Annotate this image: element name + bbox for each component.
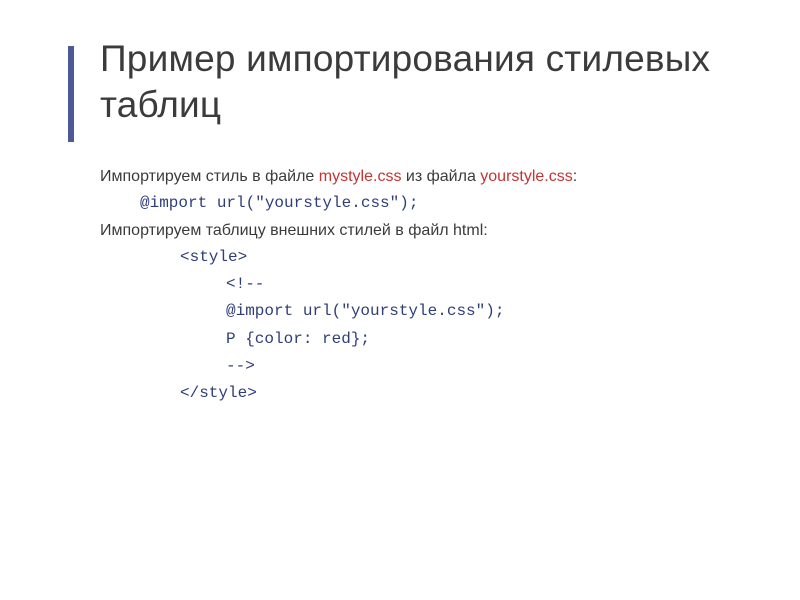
code-rule: P {color: red}; — [100, 326, 748, 353]
intro-line-2: Импортируем таблицу внешних стилей в фай… — [100, 217, 748, 244]
intro-line-1: Импортируем стиль в файле mystyle.css из… — [100, 163, 748, 190]
filename-mystyle: mystyle.css — [319, 168, 402, 185]
accent-bar — [68, 46, 74, 142]
text-segment: : — [573, 168, 577, 185]
code-comment-open: <!-- — [100, 271, 748, 298]
slide-title: Пример импортирования стилевых таблиц — [100, 36, 748, 129]
code-style-open: <style> — [100, 244, 748, 271]
code-style-close: </style> — [100, 380, 748, 407]
code-import-inner: @import url("yourstyle.css"); — [100, 298, 748, 325]
text-segment: из файла — [401, 168, 480, 185]
filename-yourstyle: yourstyle.css — [480, 168, 572, 185]
code-import-line: @import url("yourstyle.css"); — [100, 190, 748, 217]
slide-content: Пример импортирования стилевых таблиц Им… — [0, 0, 800, 443]
code-comment-close: --> — [100, 353, 748, 380]
text-segment: Импортируем стиль в файле — [100, 168, 319, 185]
slide-body: Импортируем стиль в файле mystyle.css из… — [100, 163, 748, 408]
